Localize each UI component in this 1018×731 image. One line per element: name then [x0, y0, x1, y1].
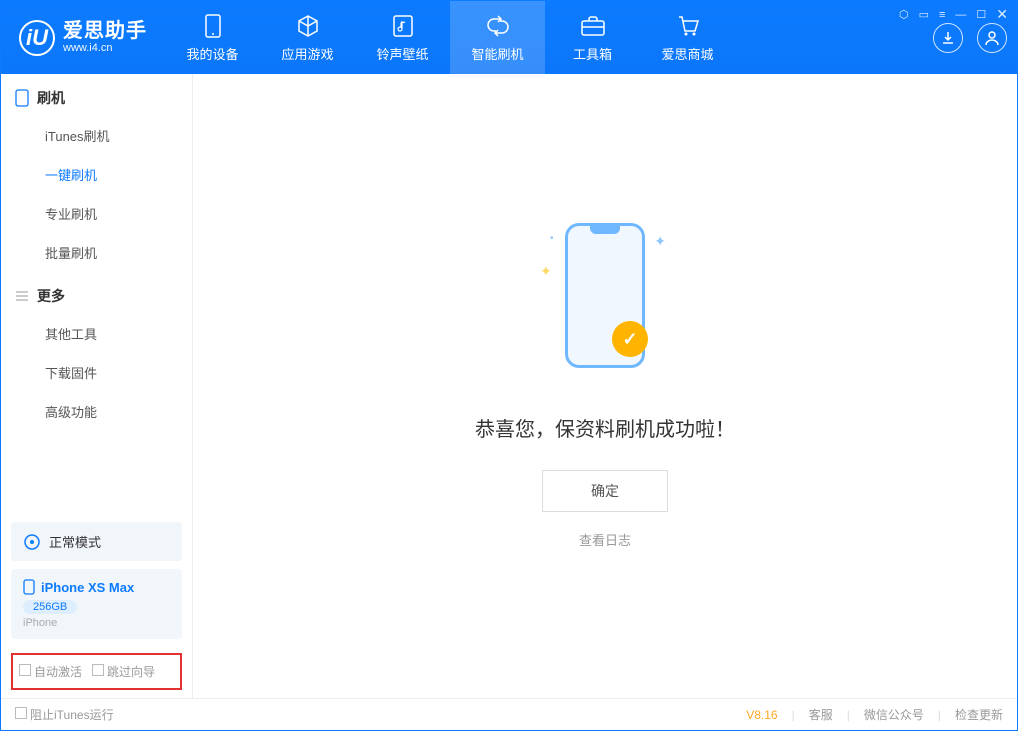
- tab-label: 工具箱: [573, 44, 612, 63]
- tab-store[interactable]: 爱思商城: [640, 1, 735, 74]
- tab-toolbox[interactable]: 工具箱: [545, 1, 640, 74]
- device-icon: [200, 13, 226, 39]
- device-storage: 256GB: [23, 600, 77, 614]
- sidebar-item-itunes-flash[interactable]: iTunes刷机: [1, 116, 192, 155]
- tab-label: 智能刷机: [471, 44, 523, 63]
- close-button[interactable]: ✕: [996, 6, 1008, 23]
- menu-icon: [15, 289, 29, 303]
- footer: 阻止iTunes运行 V8.16 | 客服 | 微信公众号 | 检查更新: [1, 698, 1017, 730]
- sidebar-item-advanced[interactable]: 高级功能: [1, 392, 192, 431]
- header: iU 爱思助手 www.i4.cn 我的设备 应用游戏 铃声壁纸 智能刷机 工具…: [1, 1, 1017, 74]
- highlighted-checkbox-row: 自动激活 跳过向导: [11, 653, 182, 690]
- tab-label: 我的设备: [186, 44, 238, 63]
- app-title: 爱思助手: [63, 20, 147, 42]
- tab-my-device[interactable]: 我的设备: [165, 1, 260, 74]
- maximize-button[interactable]: ☐: [976, 8, 986, 21]
- refresh-icon: [485, 13, 511, 39]
- tab-label: 铃声壁纸: [376, 44, 428, 63]
- support-link[interactable]: 客服: [809, 706, 833, 723]
- note-icon[interactable]: ▭: [919, 8, 929, 21]
- app-url: www.i4.cn: [63, 42, 147, 54]
- device-name: iPhone XS Max: [41, 580, 134, 595]
- device-icon: [23, 579, 35, 595]
- check-icon: ✓: [612, 321, 648, 357]
- sidebar-item-other-tools[interactable]: 其他工具: [1, 314, 192, 353]
- tshirt-icon[interactable]: ⬡: [899, 8, 909, 21]
- toolbox-icon: [580, 13, 606, 39]
- main-content: ✦ ✦ • ✓ 恭喜您，保资料刷机成功啦！ 确定 查看日志: [193, 74, 1017, 698]
- success-illustration: ✦ ✦ • ✓: [550, 223, 660, 383]
- device-type: iPhone: [23, 617, 170, 629]
- checkbox-auto-activate[interactable]: 自动激活: [19, 663, 82, 680]
- sidebar-section-more: 更多: [1, 272, 192, 314]
- tab-label: 爱思商城: [661, 44, 713, 63]
- menu-icon[interactable]: ≡: [939, 9, 945, 21]
- tab-apps-games[interactable]: 应用游戏: [260, 1, 355, 74]
- sidebar-section-flash: 刷机: [1, 74, 192, 116]
- sidebar-item-batch-flash[interactable]: 批量刷机: [1, 233, 192, 272]
- download-button[interactable]: [933, 23, 963, 53]
- cube-icon: [295, 13, 321, 39]
- device-card[interactable]: iPhone XS Max 256GB iPhone: [11, 569, 182, 639]
- view-log-link[interactable]: 查看日志: [579, 530, 631, 549]
- tab-ringtone-wallpaper[interactable]: 铃声壁纸: [355, 1, 450, 74]
- success-message: 恭喜您，保资料刷机成功啦！: [475, 413, 735, 442]
- mode-card[interactable]: 正常模式: [11, 522, 182, 561]
- section-title: 更多: [37, 286, 65, 306]
- section-title: 刷机: [37, 88, 65, 108]
- nav-tabs: 我的设备 应用游戏 铃声壁纸 智能刷机 工具箱 爱思商城: [165, 1, 735, 74]
- sidebar-item-download-firmware[interactable]: 下载固件: [1, 353, 192, 392]
- checkbox-block-itunes[interactable]: 阻止iTunes运行: [15, 706, 114, 723]
- phone-icon: [15, 89, 29, 107]
- user-button[interactable]: [977, 23, 1007, 53]
- logo-icon: iU: [19, 20, 55, 56]
- check-update-link[interactable]: 检查更新: [955, 706, 1003, 723]
- ok-button[interactable]: 确定: [542, 470, 668, 512]
- sidebar-item-pro-flash[interactable]: 专业刷机: [1, 194, 192, 233]
- version-label: V8.16: [746, 708, 777, 722]
- wechat-link[interactable]: 微信公众号: [864, 706, 924, 723]
- shop-icon: [675, 13, 701, 39]
- recovery-icon: [23, 533, 41, 551]
- mode-label: 正常模式: [49, 532, 101, 551]
- logo-area: iU 爱思助手 www.i4.cn: [19, 20, 147, 56]
- tab-smart-flash[interactable]: 智能刷机: [450, 1, 545, 74]
- sidebar: 刷机 iTunes刷机 一键刷机 专业刷机 批量刷机 更多 其他工具 下载固件 …: [1, 74, 193, 698]
- tab-label: 应用游戏: [281, 44, 333, 63]
- music-icon: [390, 13, 416, 39]
- minimize-button[interactable]: —: [955, 9, 966, 21]
- sidebar-item-oneclick-flash[interactable]: 一键刷机: [1, 155, 192, 194]
- titlebar-controls: ⬡ ▭ ≡ — ☐ ✕: [899, 6, 1008, 23]
- checkbox-skip-wizard[interactable]: 跳过向导: [92, 663, 155, 680]
